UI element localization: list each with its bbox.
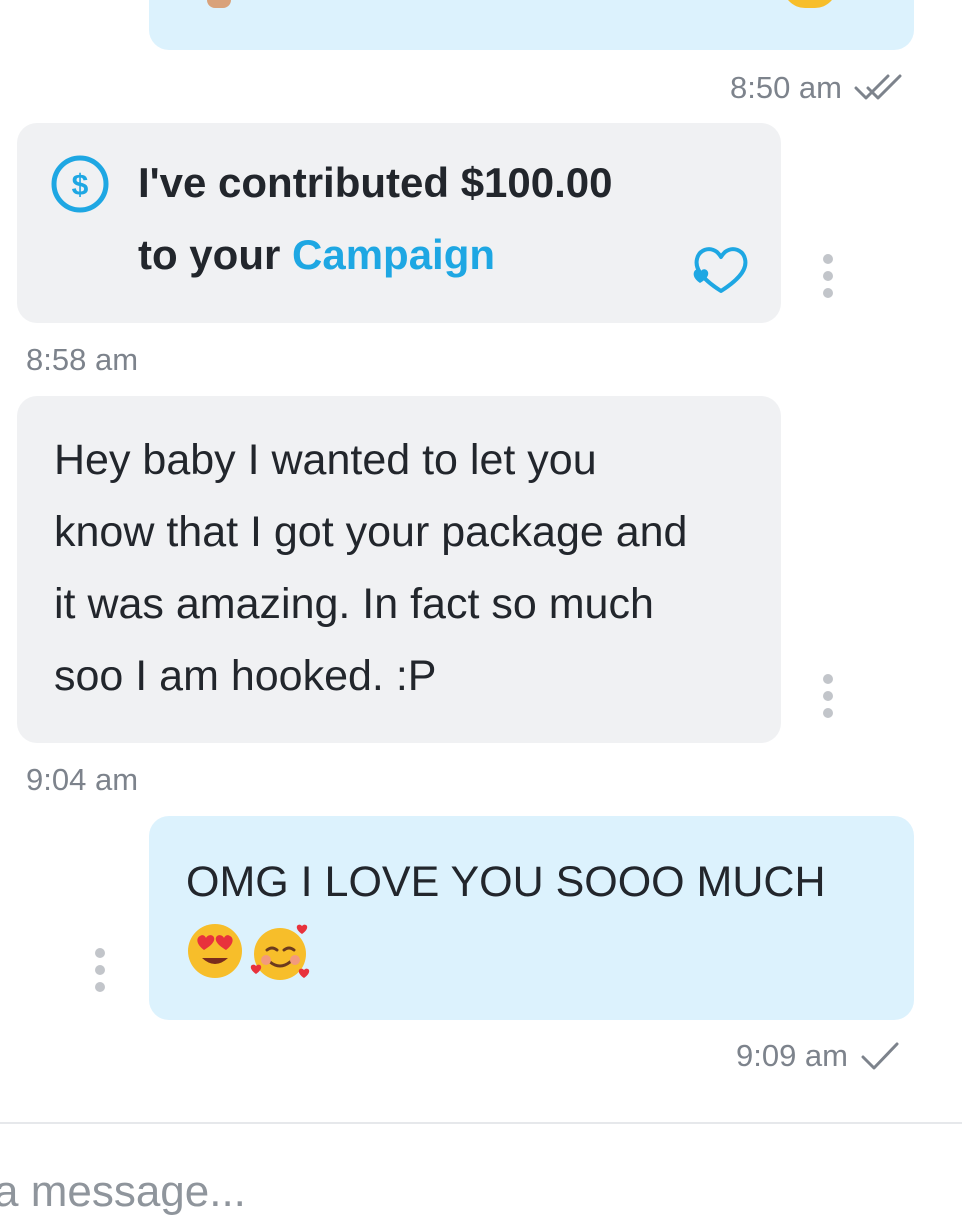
outgoing-message-bubble[interactable]: OMG I LOVE YOU SOOO MUCH bbox=[149, 816, 914, 1020]
message-timestamp: 9:04 am bbox=[26, 762, 139, 797]
dollar-circle-icon: $ bbox=[51, 155, 109, 213]
hand-emoji bbox=[207, 0, 231, 8]
message-options-icon[interactable] bbox=[822, 254, 834, 298]
svg-text:$: $ bbox=[72, 169, 89, 202]
message-text: OMG I LOVE YOU SOOO MUCH bbox=[186, 858, 826, 906]
tip-target-text: to your Campaign bbox=[138, 231, 495, 279]
tip-amount-text: I've contributed $100.00 bbox=[138, 159, 613, 206]
composer-divider bbox=[0, 1122, 962, 1124]
tip-target-prefix: to your bbox=[138, 231, 292, 278]
chat-screen: 8:50 am $ I've contributed $100.00 to yo… bbox=[0, 0, 962, 1227]
check-icon bbox=[861, 1042, 899, 1070]
tip-message-bubble[interactable]: $ I've contributed $100.00 to your Campa… bbox=[17, 123, 781, 323]
heart-eyes-emoji bbox=[188, 924, 242, 978]
message-timestamp: 9:09 am bbox=[735, 1038, 848, 1073]
message-meta: 8:50 am bbox=[730, 70, 904, 106]
incoming-message-bubble[interactable]: Hey baby I wanted to let you know that I… bbox=[17, 396, 781, 743]
smiling-face-with-hearts-emoji bbox=[250, 924, 310, 980]
message-text: Hey baby I wanted to let you know that I… bbox=[54, 436, 688, 700]
smile-emoji bbox=[783, 0, 837, 8]
message-timestamp: 8:58 am bbox=[26, 342, 139, 377]
message-input[interactable] bbox=[0, 1160, 894, 1224]
emoji-row bbox=[186, 922, 874, 982]
double-check-icon bbox=[854, 74, 902, 100]
message-timestamp: 8:50 am bbox=[729, 70, 842, 105]
message-meta: 9:09 am bbox=[736, 1038, 900, 1074]
heart-reaction-icon[interactable] bbox=[689, 241, 753, 297]
message-options-icon[interactable] bbox=[94, 948, 106, 992]
campaign-link[interactable]: Campaign bbox=[292, 231, 495, 278]
outgoing-message-bubble[interactable] bbox=[149, 0, 914, 50]
message-options-icon[interactable] bbox=[822, 674, 834, 718]
